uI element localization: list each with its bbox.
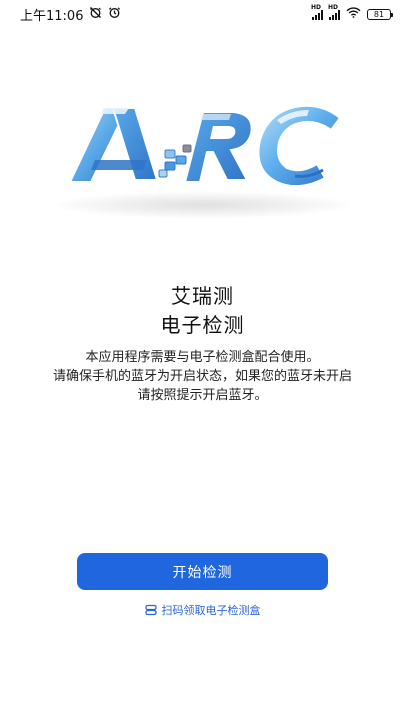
logo-letter-c <box>257 104 342 188</box>
description-line-3: 请按照提示开启蓝牙。 <box>137 388 268 403</box>
logo-letter-a <box>68 107 159 183</box>
battery-icon: 81 <box>367 8 393 20</box>
alarm-off-icon <box>89 6 102 23</box>
alarm-clock-icon <box>108 6 121 23</box>
start-detection-button[interactable]: 开始检测 <box>77 553 328 590</box>
app-screen: 上午11:06 HD HD 81 艾瑞测 电子检测 本应用程序需要与电子检测盒配… <box>0 0 405 720</box>
description-line-2: 请确保手机的蓝牙为开启状态，如果您的蓝牙未开启 <box>52 369 352 384</box>
scan-claim-label: 扫码领取电子检测盒 <box>161 604 261 617</box>
scan-icon <box>144 604 157 616</box>
wifi-icon <box>346 6 361 22</box>
arc-logo <box>55 90 350 230</box>
status-time: 上午11:06 <box>20 8 84 24</box>
logo-pixel-blocks <box>158 144 192 178</box>
status-right: HD HD 81 <box>311 4 393 22</box>
status-left: 上午11:06 <box>20 5 121 24</box>
signal-icon: HD <box>328 4 340 20</box>
signal-icon: HD <box>311 4 323 20</box>
arc-logo-graphic <box>68 104 342 188</box>
battery-level: 81 <box>373 9 385 19</box>
status-bar: 上午11:06 HD HD 81 <box>0 0 405 28</box>
app-title: 艾瑞测 <box>171 284 234 308</box>
app-subtitle: 电子检测 <box>160 313 245 337</box>
signal-hd-label: HD <box>328 3 339 11</box>
description-line-1: 本应用程序需要与电子检测盒配合使用。 <box>85 350 320 365</box>
signal-hd-label: HD <box>311 3 322 11</box>
scan-claim-link[interactable]: 扫码领取电子检测盒 <box>0 601 405 619</box>
logo-letter-r <box>183 111 253 183</box>
